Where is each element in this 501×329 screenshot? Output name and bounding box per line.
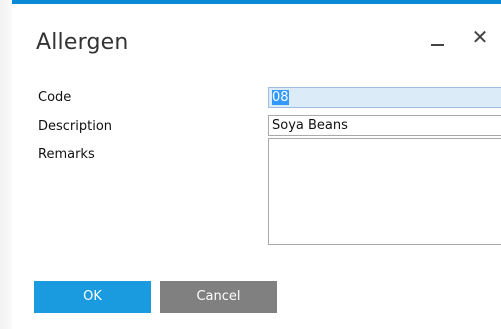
- description-field[interactable]: Soya Beans: [268, 115, 501, 136]
- left-edge-shade: [0, 0, 12, 329]
- remarks-label: Remarks: [38, 147, 95, 162]
- accent-top-border: [12, 0, 501, 4]
- description-value: Soya Beans: [272, 118, 348, 133]
- cancel-button[interactable]: Cancel: [160, 281, 277, 313]
- ok-button[interactable]: OK: [34, 281, 151, 313]
- close-icon[interactable]: ✕: [471, 26, 489, 48]
- code-label: Code: [38, 90, 72, 105]
- remarks-field[interactable]: [268, 138, 501, 245]
- minimize-icon[interactable]: [431, 44, 444, 46]
- dialog-title: Allergen: [36, 30, 129, 55]
- description-label: Description: [38, 119, 113, 134]
- code-field[interactable]: 08: [268, 87, 501, 108]
- allergen-dialog: Allergen ✕ Code Description Remarks 08 S…: [0, 0, 501, 329]
- code-value: 08: [272, 90, 289, 105]
